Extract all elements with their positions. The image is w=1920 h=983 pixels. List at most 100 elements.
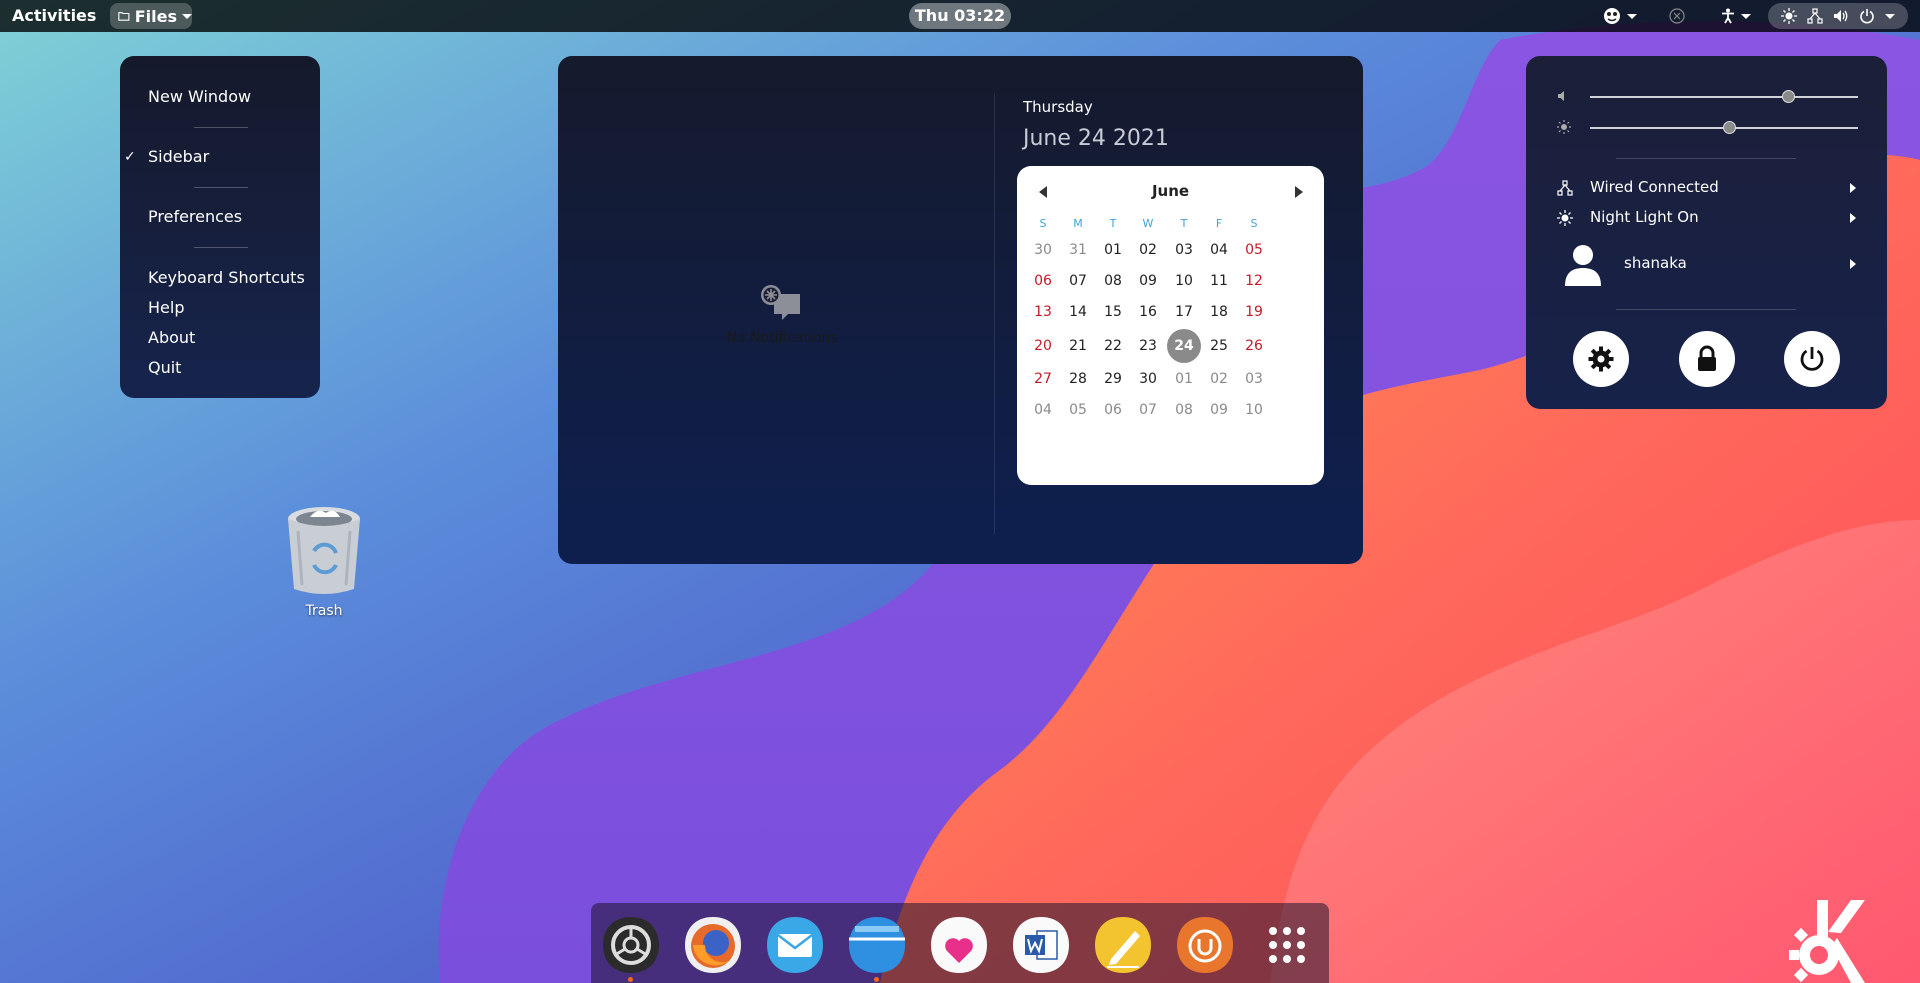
kde-logo [1789,900,1865,983]
calendar-day[interactable]: 27 [1023,371,1063,387]
calendar-day[interactable]: 09 [1128,273,1168,289]
trash-icon [288,507,360,594]
menu-item-preferences[interactable]: Preferences [148,207,242,226]
next-month-button[interactable] [1295,186,1303,198]
calendar-day[interactable]: 22 [1093,338,1133,354]
calendar-day[interactable]: 03 [1234,371,1274,387]
calendar-day[interactable]: 02 [1128,242,1168,258]
health-app-icon[interactable] [929,915,989,975]
calendar-day[interactable]: 28 [1058,371,1098,387]
calendar-day[interactable]: 21 [1058,338,1098,354]
calendar-day[interactable]: 05 [1058,402,1098,418]
calendar-day[interactable]: 11 [1199,273,1239,289]
chevron-down-icon [182,13,192,19]
calendar-day[interactable]: 23 [1128,338,1168,354]
calendar-day[interactable]: 25 [1199,338,1239,354]
chevron-down-icon [1741,13,1751,19]
calendar-day[interactable]: 04 [1199,242,1239,258]
menu-item-quit[interactable]: Quit [148,358,181,377]
lock-icon [1698,345,1716,371]
network-menu-item[interactable]: Wired Connected [1590,178,1719,196]
files-app-icon[interactable] [847,915,907,975]
power-icon [1860,9,1874,24]
word-app-icon[interactable] [1011,915,1071,975]
calendar-day[interactable]: 20 [1023,338,1063,354]
calendar-day[interactable]: 17 [1164,304,1204,320]
calendar-day[interactable]: 10 [1164,273,1204,289]
wired-network-icon [1807,8,1823,24]
settings-app-icon[interactable] [601,915,661,975]
calendar-day[interactable]: 07 [1058,273,1098,289]
calendar-day[interactable]: 30 [1023,242,1063,258]
user-menu-item[interactable]: shanaka [1624,254,1687,272]
calendar-day[interactable]: 06 [1023,273,1063,289]
power-off-button[interactable] [1784,331,1840,387]
calendar-date[interactable]: June 24 2021 [1023,126,1169,151]
app-menu-button[interactable]: Files [110,3,192,29]
calendar-day-of-week: T [1109,217,1117,230]
calendar-weekday: Thursday [1023,98,1093,116]
calendar-day[interactable]: 04 [1023,402,1063,418]
trash-desktop-icon[interactable]: Trash [282,503,366,619]
indicator-menu-button[interactable] [1596,3,1644,29]
system-menu-popover: Wired Connected Night Light On shanaka [1526,56,1887,409]
clock-button[interactable]: Thu 03:22 [909,3,1011,29]
calendar-day[interactable]: 12 [1234,273,1274,289]
calendar-month: June [1151,182,1190,200]
menu-item-keyboard-shortcuts[interactable]: Keyboard Shortcuts [148,268,305,287]
calendar-day[interactable]: 16 [1128,304,1168,320]
volume-slider-handle[interactable] [1781,90,1795,103]
lock-button[interactable] [1679,331,1735,387]
calendar-day[interactable]: 03 [1164,242,1204,258]
folder-icon [118,12,130,21]
update-app-icon[interactable] [1175,915,1235,975]
system-menu-button[interactable] [1768,3,1908,29]
menu-separator [194,127,248,128]
gear-icon [1588,346,1614,372]
accessibility-menu-button[interactable] [1714,3,1758,29]
close-indicator-button[interactable] [1662,3,1692,29]
calendar-day[interactable]: 08 [1164,402,1204,418]
calendar-day[interactable]: 19 [1234,304,1274,320]
calendar-day[interactable]: 18 [1199,304,1239,320]
calendar-day[interactable]: 31 [1058,242,1098,258]
calendar-today[interactable]: 24 [1167,329,1201,363]
user-avatar-icon [1565,245,1601,286]
app-name: Files [134,6,177,26]
mail-app-icon[interactable] [765,915,825,975]
calendar-day[interactable]: 29 [1093,371,1133,387]
calendar-day[interactable]: 08 [1093,273,1133,289]
calendar-day[interactable]: 15 [1093,304,1133,320]
calendar-day[interactable]: 10 [1234,402,1274,418]
calendar-day[interactable]: 01 [1093,242,1133,258]
notes-app-icon[interactable] [1093,915,1153,975]
check-mark-icon: ✓ [124,149,136,165]
night-light-menu-item[interactable]: Night Light On [1590,208,1699,226]
volume-icon [1558,91,1564,101]
brightness-slider-handle[interactable] [1722,121,1736,134]
activities-button[interactable]: Activities [12,0,96,32]
calendar-day[interactable]: 07 [1128,402,1168,418]
power-icon [1800,347,1824,371]
menu-item-help[interactable]: Help [148,298,184,317]
calendar-day[interactable]: 01 [1164,371,1204,387]
calendar-day[interactable]: 26 [1234,338,1274,354]
menu-item-about[interactable]: About [148,328,195,347]
calendar-day[interactable]: 30 [1128,371,1168,387]
menu-item-new-window[interactable]: New Window [148,87,251,106]
calendar-day[interactable]: 06 [1093,402,1133,418]
brightness-icon [1557,120,1571,134]
firefox-app-icon[interactable] [683,915,743,975]
calendar-day[interactable]: 09 [1199,402,1239,418]
menu-item-sidebar[interactable]: Sidebar [148,147,209,166]
calendar-day[interactable]: 14 [1058,304,1098,320]
app-grid-icon[interactable] [1257,915,1317,975]
volume-slider[interactable] [1590,96,1858,98]
dock [591,903,1329,983]
settings-button[interactable] [1573,331,1629,387]
wired-network-icon [1557,180,1573,196]
calendar-day[interactable]: 02 [1199,371,1239,387]
calendar-day[interactable]: 13 [1023,304,1063,320]
calendar-day-of-week: S [1039,217,1047,230]
calendar-day[interactable]: 05 [1234,242,1274,258]
